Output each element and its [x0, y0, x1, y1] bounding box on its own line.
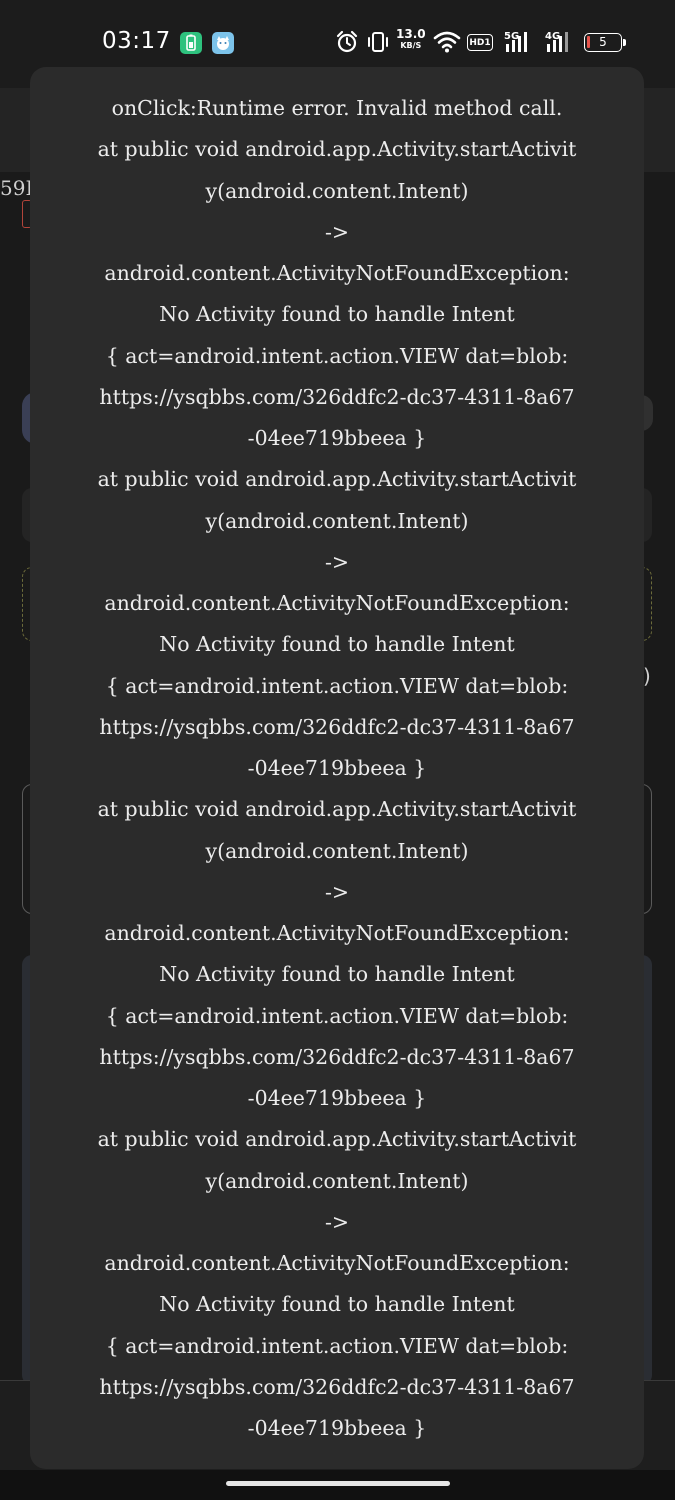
- toast-line: -04ee719bbeea }: [247, 426, 427, 450]
- toast-line: https://ysqbbs.com/326ddfc2-dc37-4311-8a…: [99, 714, 575, 739]
- toast-line: -04ee719bbeea }: [247, 1416, 427, 1440]
- status-time: 03:17: [102, 28, 171, 54]
- network-speed-unit: KB/S: [400, 41, 422, 50]
- signal-4g-icon: 4G: [544, 28, 578, 58]
- toast-line: android.content.ActivityNotFoundExceptio…: [104, 261, 570, 285]
- toast-line: No Activity found to handle Intent: [159, 302, 515, 327]
- toast-line: -04ee719bbeea }: [247, 756, 427, 780]
- toast-line: { act=android.intent.action.VIEW dat=blo…: [105, 1003, 569, 1028]
- toast-line: https://ysqbbs.com/326ddfc2-dc37-4311-8a…: [99, 1044, 575, 1069]
- alarm-icon: [336, 30, 358, 58]
- app-notification-icon: [212, 32, 234, 54]
- background-partial-paren: ): [643, 664, 651, 688]
- toast-line: y(android.content.Intent): [205, 178, 469, 203]
- toast-line: at public void android.app.Activity.star…: [97, 467, 577, 492]
- background-partial-text: 59I: [0, 176, 34, 200]
- toast-line: No Activity found to handle Intent: [159, 1292, 515, 1317]
- toast-line: android.content.ActivityNotFoundExceptio…: [104, 921, 570, 945]
- hd-voice-badge: HD1: [467, 34, 493, 51]
- toast-line: y(android.content.Intent): [205, 838, 469, 863]
- toast-line: { act=android.intent.action.VIEW dat=blo…: [105, 1333, 569, 1358]
- toast-line: onClick:Runtime error. Invalid method ca…: [111, 96, 563, 120]
- error-toast: onClick:Runtime error. Invalid method ca…: [30, 67, 644, 1469]
- toast-line: y(android.content.Intent): [205, 508, 469, 533]
- toast-line: { act=android.intent.action.VIEW dat=blo…: [105, 343, 569, 368]
- vibrate-icon: [367, 30, 389, 58]
- toast-line: ->: [324, 1209, 350, 1234]
- home-indicator[interactable]: [226, 1481, 450, 1486]
- battery-tip: [623, 39, 626, 46]
- svg-text:4G: 4G: [545, 31, 560, 42]
- battery-saver-app-icon: [180, 32, 202, 54]
- toast-line: ->: [324, 219, 350, 244]
- battery-level: 5: [599, 35, 607, 49]
- signal-5g-icon: 5G: [503, 28, 537, 58]
- toast-line: No Activity found to handle Intent: [159, 962, 515, 987]
- toast-line: y(android.content.Intent): [205, 1168, 469, 1193]
- svg-text:5G: 5G: [504, 31, 519, 42]
- toast-line: ->: [324, 549, 350, 574]
- toast-line: { act=android.intent.action.VIEW dat=blo…: [105, 673, 569, 698]
- network-speed: 13.0 KB/S: [396, 27, 426, 51]
- toast-line: at public void android.app.Activity.star…: [97, 1127, 577, 1152]
- toast-line: https://ysqbbs.com/326ddfc2-dc37-4311-8a…: [99, 384, 575, 409]
- toast-line: at public void android.app.Activity.star…: [97, 137, 577, 162]
- toast-line: at public void android.app.Activity.star…: [97, 797, 577, 822]
- toast-line: -04ee719bbeea }: [247, 1086, 427, 1110]
- toast-line: android.content.ActivityNotFoundExceptio…: [104, 591, 570, 615]
- toast-line: android.content.ActivityNotFoundExceptio…: [104, 1251, 570, 1275]
- toast-line: No Activity found to handle Intent: [159, 632, 515, 657]
- toast-line: https://ysqbbs.com/326ddfc2-dc37-4311-8a…: [99, 1374, 575, 1399]
- network-speed-value: 13.0: [396, 27, 426, 41]
- wifi-icon: [433, 31, 461, 57]
- toast-line: ->: [324, 879, 350, 904]
- battery-icon: 5: [584, 33, 622, 52]
